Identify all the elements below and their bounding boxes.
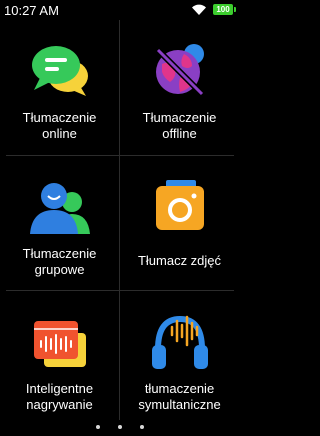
tile-online-translation[interactable]: Tłumaczenie online — [0, 20, 119, 155]
camera-icon — [148, 174, 212, 238]
page-dot — [118, 424, 122, 429]
tile-label-line1: Tłumaczenie — [22, 246, 97, 261]
page-dot — [96, 424, 100, 429]
globe-offline-icon — [148, 38, 212, 102]
chat-bubbles-icon — [28, 38, 92, 102]
wifi-icon — [191, 3, 207, 21]
tile-label-line1: tłumaczenie — [144, 381, 215, 396]
tile-label-line2: online — [42, 126, 77, 141]
tile-label-line2: offline — [162, 126, 197, 141]
page-dot — [140, 424, 144, 429]
page-indicator — [0, 418, 240, 429]
tile-label-line1: Inteligentne — [25, 381, 94, 396]
battery-nub — [234, 7, 236, 12]
tile-label: Tłumacz zdjęć — [120, 253, 239, 269]
tile-simultaneous-translation[interactable]: tłumaczenie symultaniczne — [120, 291, 239, 426]
tile-label: Inteligentne nagrywanie — [0, 381, 119, 413]
tile-label-line2: symultaniczne — [138, 397, 221, 412]
tile-label-line2: grupowe — [34, 262, 85, 277]
tile-label-line2: nagrywanie — [26, 397, 93, 412]
tile-smart-recording[interactable]: Inteligentne nagrywanie — [0, 291, 119, 426]
status-time: 10:27 AM — [4, 3, 59, 18]
tile-offline-translation[interactable]: Tłumaczenie offline — [120, 20, 239, 155]
tile-group-translation[interactable]: Tłumaczenie grupowe — [0, 156, 119, 291]
tile-label: Tłumaczenie offline — [120, 110, 239, 142]
tile-photo-translation[interactable]: Tłumacz zdjęć — [120, 156, 239, 291]
tile-label: Tłumaczenie online — [0, 110, 119, 142]
battery-icon: 100 — [213, 4, 233, 15]
status-bar: 10:27 AM 100 — [0, 0, 240, 20]
tile-label-line1: Tłumacz zdjęć — [137, 253, 222, 268]
headphones-icon — [148, 309, 212, 373]
group-people-icon — [28, 174, 92, 238]
recorder-icon — [28, 309, 92, 373]
tile-label: Tłumaczenie grupowe — [0, 246, 119, 278]
tile-label-line1: Tłumaczenie — [142, 110, 217, 125]
tile-label-line1: Tłumaczenie — [22, 110, 97, 125]
tile-label: tłumaczenie symultaniczne — [120, 381, 239, 413]
